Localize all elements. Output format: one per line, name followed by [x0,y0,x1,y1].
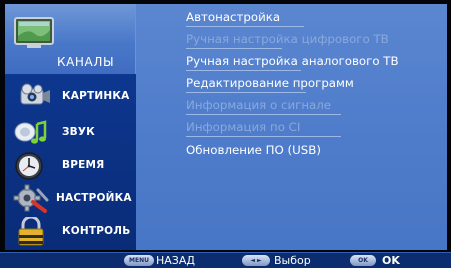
menu-item-label: Ручная настройка аналогового ТВ [186,54,399,68]
menu-item-ci-info: Информация по CI [186,118,441,140]
category-label: ВРЕМЯ [62,159,105,171]
hint-label: OK [382,254,400,267]
menu-key-icon: MENU [124,255,154,266]
clock-icon [11,151,51,181]
menu-item-label: Редактирование программ [186,76,354,90]
menu-item-signal-info: Информация о сигнале [186,96,441,118]
menu-divider [186,26,304,27]
hint-label: Выбор [274,254,311,267]
menu-divider [186,48,282,49]
category-time[interactable]: ВРЕМЯ [5,149,136,183]
hint-select: ◄ ► Выбор [242,254,322,268]
category-setup[interactable]: НАСТРОЙКА [5,182,136,216]
channels-submenu: Автонастройка Ручная настройка цифрового… [136,4,447,250]
menu-item-auto-tune[interactable]: Автонастройка [186,8,441,30]
menu-item-label: Автонастройка [186,10,281,24]
lock-icon [11,215,51,247]
menu-item-manual-dtv-tune: Ручная настройка цифрового ТВ [186,30,441,52]
menu-item-label: Обновление ПО (USB) [186,143,321,157]
hint-back: MENU НАЗАД [124,254,214,268]
ok-key-icon: OK [350,255,376,266]
category-picture[interactable]: КАРТИНКА [5,80,136,114]
menu-item-software-update[interactable]: Обновление ПО (USB) [186,141,441,163]
menu-divider [186,114,341,115]
hint-ok: OK OK [350,254,420,268]
menu-item-manual-atv-tune[interactable]: Ручная настройка аналогового ТВ [186,52,441,74]
sound-icon [11,118,51,148]
category-label: НАСТРОЙКА [56,192,132,204]
category-label: КОНТРОЛЬ [62,225,131,237]
category-label: ЗВУК [62,126,95,138]
settings-icon [11,184,51,214]
category-label: КАНАЛЫ [57,55,115,69]
category-channels-selected[interactable]: КАНАЛЫ [5,4,136,74]
category-label: КАРТИНКА [62,90,130,102]
menu-item-label: Информация по CI [186,120,301,134]
hint-label: НАЗАД [156,254,195,267]
category-sound[interactable]: ЗВУК [5,116,136,150]
menu-divider [186,70,301,71]
tv-icon [13,16,57,50]
menu-divider [186,92,306,93]
menu-item-label: Ручная настройка цифрового ТВ [186,32,389,46]
menu-item-label: Информация о сигнале [186,98,332,112]
menu-divider [186,136,341,137]
category-control[interactable]: КОНТРОЛЬ [5,215,136,249]
tv-settings-screen: КАРТИНКА ЗВУК ВРЕМЯ НАСТРОЙКА КОНТРОЛЬ К… [0,0,451,268]
menu-item-program-edit[interactable]: Редактирование программ [186,74,441,96]
button-hint-bar: MENU НАЗАД ◄ ► Выбор OK OK [0,252,451,268]
arrow-keys-icon: ◄ ► [242,255,270,266]
camera-icon [11,82,51,112]
